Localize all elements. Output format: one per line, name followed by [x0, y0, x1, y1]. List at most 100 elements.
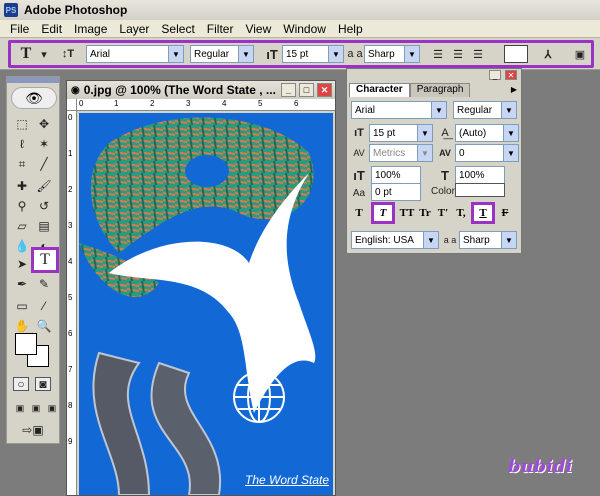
eyedropper-tool-icon[interactable]: ⁄ [35, 297, 53, 315]
gradient-tool-icon[interactable]: ▤ [35, 217, 53, 235]
ruler-tick-label: 7 [68, 365, 73, 374]
tab-paragraph[interactable]: Paragraph [409, 83, 471, 97]
lasso-tool-icon[interactable]: ℓ [13, 135, 31, 153]
baseline-shift-icon: Aa [352, 187, 366, 199]
menu-layer[interactable]: Layer [113, 22, 155, 36]
small-caps-button[interactable]: Tr [417, 205, 433, 221]
history-brush-tool-icon[interactable]: ↺ [35, 197, 53, 215]
chevron-down-icon: ▼ [501, 102, 516, 118]
standard-mode-icon[interactable]: ○ [13, 377, 29, 391]
orientation-toggle-icon[interactable]: ↕T [60, 46, 76, 62]
eraser-tool-icon[interactable]: ▱ [13, 217, 31, 235]
full-screen-mode-icon[interactable]: ▣ [43, 399, 61, 417]
document-icon: ◉ [71, 84, 80, 96]
menu-edit[interactable]: Edit [35, 22, 68, 36]
color-label: Color: [431, 186, 458, 197]
char-baseline-input[interactable]: 0 pt [371, 183, 421, 201]
menu-select[interactable]: Select [155, 22, 200, 36]
font-style-value: Regular [194, 48, 230, 60]
language-select[interactable]: English: USA ▼ [351, 231, 439, 249]
palette-close-button[interactable]: ✕ [505, 70, 517, 80]
foreground-color-swatch[interactable] [15, 333, 37, 355]
preset-dropdown-arrow-icon[interactable]: ▾ [36, 46, 52, 62]
char-font-style-value: Regular [457, 104, 493, 116]
font-size-select[interactable]: 15 pt ▼ [282, 45, 344, 63]
ruler-tick-label: 3 [186, 99, 191, 108]
font-style-select[interactable]: Regular ▼ [190, 45, 254, 63]
anti-alias-select[interactable]: Sharp ▼ [364, 45, 420, 63]
slice-tool-icon[interactable]: ╱ [35, 155, 53, 173]
blur-tool-icon[interactable]: 💧 [13, 237, 31, 255]
align-center-icon[interactable]: ☰ [450, 46, 466, 62]
toolbox-header [7, 77, 59, 83]
char-leading-select[interactable]: (Auto) ▼ [455, 124, 519, 142]
char-font-family-select[interactable]: Arial ▼ [351, 101, 447, 119]
path-selection-tool-icon[interactable]: ➤ [13, 255, 31, 273]
strikethrough-button[interactable]: F [497, 205, 513, 221]
crop-tool-icon[interactable]: ⌗ [13, 155, 31, 173]
chevron-down-icon: ▼ [503, 145, 518, 161]
notes-tool-icon[interactable]: ▭ [13, 297, 31, 315]
char-tracking-value: 0 [459, 147, 465, 159]
chevron-down-icon: ▼ [404, 46, 419, 62]
all-caps-button[interactable]: TT [399, 205, 415, 221]
align-right-icon[interactable]: ☰ [470, 46, 486, 62]
language-value: English: USA [355, 234, 414, 246]
superscript-button[interactable]: T' [435, 205, 451, 221]
faux-bold-button[interactable]: T [351, 205, 367, 221]
app-title-bar: PS Adobe Photoshop [0, 0, 600, 20]
zoom-tool-icon[interactable]: 🔍 [35, 317, 53, 335]
warp-text-icon[interactable]: ⅄ [540, 46, 556, 62]
char-vertical-scale-input[interactable]: 100% [371, 166, 421, 184]
char-tracking-select[interactable]: 0 ▼ [455, 144, 519, 162]
chevron-down-icon: ▼ [423, 232, 438, 248]
faux-italic-button[interactable]: T [371, 202, 395, 224]
chevron-down-icon: ▼ [417, 145, 432, 161]
menu-window[interactable]: Window [277, 22, 332, 36]
ruler-origin[interactable] [67, 99, 77, 111]
menu-view[interactable]: View [239, 22, 277, 36]
text-color-swatch[interactable] [504, 45, 528, 63]
palette-minimize-button[interactable]: _ [489, 70, 501, 80]
minimize-button[interactable]: _ [281, 83, 296, 97]
adobe-online-eye-icon[interactable]: 👁 [11, 87, 57, 109]
close-button[interactable]: ✕ [317, 83, 332, 97]
underline-button[interactable]: T [471, 202, 495, 224]
custom-shape-tool-icon[interactable]: ✎ [35, 275, 53, 293]
marquee-tool-icon[interactable]: ⬚ [13, 115, 31, 133]
move-tool-icon[interactable]: ✥ [35, 115, 53, 133]
subscript-button[interactable]: T, [453, 205, 469, 221]
align-left-icon[interactable]: ☰ [430, 46, 446, 62]
menu-filter[interactable]: Filter [201, 22, 240, 36]
tab-character[interactable]: Character [349, 83, 410, 97]
pen-tool-icon[interactable]: ✒ [13, 275, 31, 293]
char-color-swatch[interactable] [455, 183, 505, 197]
menu-file[interactable]: File [4, 22, 35, 36]
char-baseline-value: 0 pt [375, 186, 392, 198]
font-family-select[interactable]: Arial ▼ [86, 45, 184, 63]
palettes-toggle-icon[interactable]: ▣ [572, 46, 588, 62]
artwork-caption-text[interactable]: The Word State [245, 473, 329, 487]
type-tool-icon[interactable]: T [31, 247, 59, 273]
char-anti-alias-select[interactable]: Sharp ▼ [459, 231, 517, 249]
maximize-button[interactable]: □ [299, 83, 314, 97]
palette-menu-arrow-icon[interactable]: ▶ [511, 85, 517, 94]
chevron-down-icon: ▼ [501, 232, 516, 248]
clone-stamp-tool-icon[interactable]: ⚲ [13, 197, 31, 215]
jump-to-imageready-icon[interactable]: ⇨▣ [21, 421, 45, 439]
quick-mask-mode-icon[interactable]: ◙ [35, 377, 51, 391]
healing-brush-tool-icon[interactable]: ✚ [13, 177, 31, 195]
ruler-vertical: 0 1 2 3 4 5 6 7 8 9 [67, 111, 77, 495]
chevron-down-icon: ▼ [431, 102, 446, 118]
char-horizontal-scale-input[interactable]: 100% [455, 166, 505, 184]
menu-image[interactable]: Image [68, 22, 113, 36]
char-font-style-select[interactable]: Regular ▼ [453, 101, 517, 119]
font-size-icon: ıT [266, 46, 278, 62]
menu-help[interactable]: Help [332, 22, 369, 36]
document-canvas[interactable]: The Word State [79, 113, 333, 495]
brush-tool-icon[interactable]: 🖌 [35, 177, 53, 195]
type-tool-preset-icon[interactable]: T [18, 45, 34, 62]
char-size-select[interactable]: 15 pt ▼ [369, 124, 433, 142]
char-kerning-select[interactable]: Metrics ▼ [369, 144, 433, 162]
magic-wand-tool-icon[interactable]: ✶ [35, 135, 53, 153]
